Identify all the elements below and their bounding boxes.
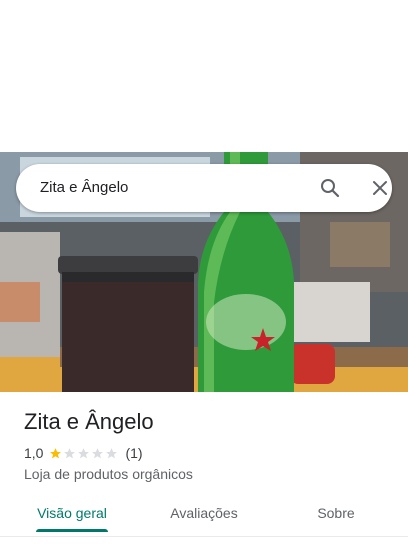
star-empty-icon bbox=[78, 447, 90, 458]
rating-row[interactable]: 1,0 (1) bbox=[24, 444, 143, 462]
search-input[interactable]: Zita e Ângelo bbox=[40, 164, 128, 212]
star-empty-icon bbox=[64, 447, 76, 458]
map-blank-area bbox=[0, 0, 408, 152]
tabs-divider bbox=[0, 536, 408, 537]
tab-about[interactable]: Sobre bbox=[300, 496, 372, 532]
place-category[interactable]: Loja de produtos orgânicos bbox=[24, 465, 193, 483]
review-count[interactable]: (1) bbox=[125, 445, 142, 461]
tab-overview[interactable]: Visão geral bbox=[24, 496, 120, 532]
rating-value: 1,0 bbox=[24, 445, 44, 461]
star-filled-icon bbox=[50, 447, 62, 458]
search-bar[interactable]: Zita e Ângelo bbox=[16, 164, 392, 212]
active-tab-indicator bbox=[36, 529, 108, 532]
search-icon[interactable] bbox=[318, 176, 342, 200]
place-title: Zita e Ângelo bbox=[24, 409, 154, 434]
star-rating bbox=[49, 447, 119, 460]
star-empty-icon bbox=[106, 447, 118, 458]
star-empty-icon bbox=[92, 447, 104, 458]
place-tabs: Visão geral Avaliações Sobre bbox=[0, 496, 408, 536]
close-icon[interactable] bbox=[368, 176, 392, 200]
tab-reviews[interactable]: Avaliações bbox=[150, 496, 258, 532]
